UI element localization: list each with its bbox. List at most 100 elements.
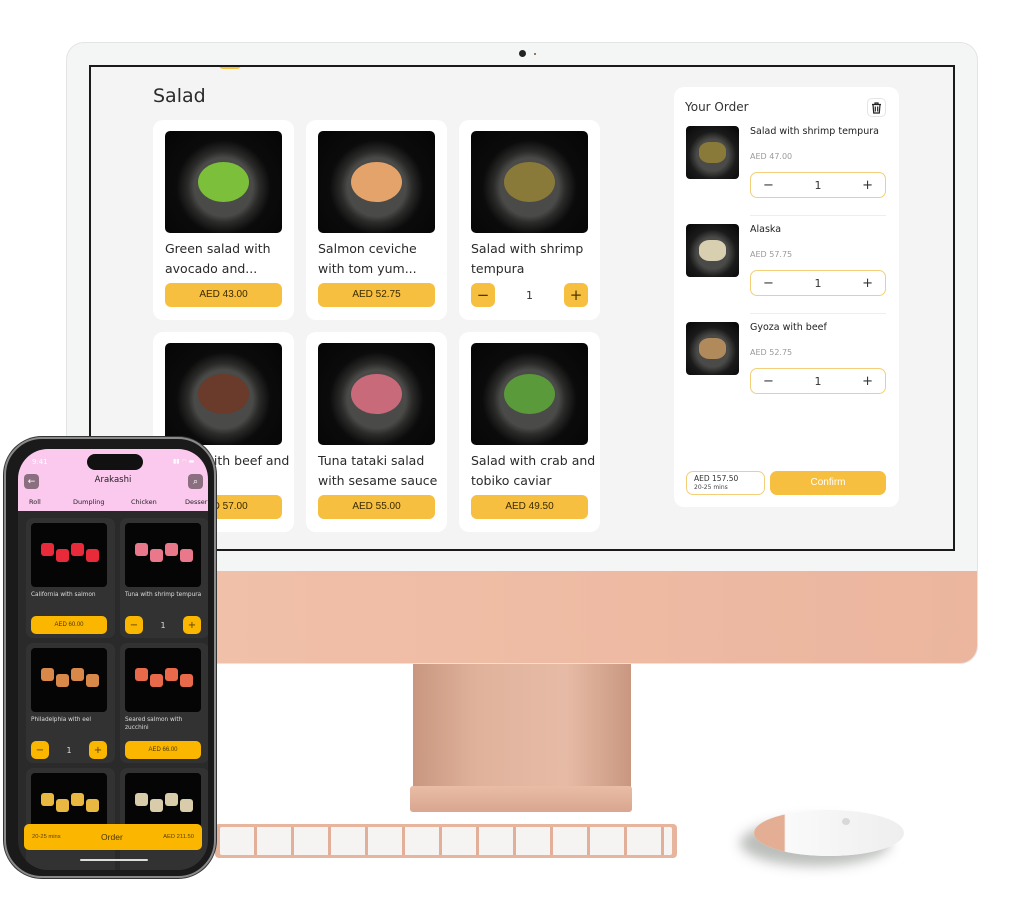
tab-roll[interactable]: Roll: [29, 498, 41, 506]
decrement-button[interactable]: −: [31, 741, 49, 759]
search-icon: ⌕: [192, 476, 199, 487]
phone-header: 9:41 ▮▮ ◠ ▬ ← Arakashi ⌕ Roll Dumpling C…: [18, 449, 208, 511]
product-name: Green salad with avocado and...: [165, 241, 271, 276]
product-name: Salmon ceviche with tom yum...: [318, 241, 417, 276]
phone-product-image: [125, 523, 201, 587]
increment-button[interactable]: +: [183, 616, 201, 634]
minus-icon: −: [129, 619, 139, 631]
roll-graphic: [165, 668, 178, 681]
order-item-image: [686, 126, 739, 179]
phone-product-card[interactable]: Philadelphia with eel − 1 +: [26, 643, 115, 763]
plus-icon: +: [569, 286, 583, 304]
order-item-image: [686, 224, 739, 277]
product-name: Salad with shrimp tempura: [471, 241, 584, 276]
order-total-box: AED 157.50 20-25 mins: [686, 471, 765, 495]
product-image: [318, 131, 435, 233]
roll-graphic: [71, 543, 84, 556]
search-button[interactable]: ⌕: [188, 474, 203, 489]
webcam: [519, 50, 526, 57]
roll-graphic: [71, 793, 84, 806]
increment-button[interactable]: +: [862, 178, 873, 193]
product-card[interactable]: Salmon ceviche with tom yum... AED 52.75: [306, 120, 447, 320]
product-card[interactable]: Tuna tataki salad with sesame sauce AED 5…: [306, 332, 447, 532]
product-image: [471, 131, 588, 233]
confirm-button[interactable]: Confirm: [770, 471, 886, 495]
tab-dessert[interactable]: Desser: [185, 498, 207, 506]
order-eta: 20-25 mins: [694, 484, 728, 491]
order-item: Gyoza with beef AED 52.75 − 1 +: [674, 322, 899, 420]
add-to-order-button[interactable]: AED 66.00: [125, 741, 201, 759]
order-item-stepper: − 1 +: [750, 172, 886, 198]
order-item-price: AED 47.00: [750, 152, 793, 161]
mouse: [754, 810, 904, 856]
order-item-name: Alaska: [750, 224, 782, 235]
roll-graphic: [41, 668, 54, 681]
decrement-button[interactable]: −: [763, 374, 774, 389]
decrement-button[interactable]: −: [763, 178, 774, 193]
order-bar-total: AED 211.50: [163, 834, 194, 840]
stand-foot: [410, 786, 632, 812]
phone-product-card[interactable]: [26, 768, 115, 870]
tab-dumpling[interactable]: Dumpling: [73, 498, 104, 506]
increment-button[interactable]: +: [564, 283, 588, 307]
order-item-price: AED 52.75: [750, 348, 793, 357]
tab-chicken[interactable]: Chicken: [131, 498, 157, 506]
roll-graphic: [56, 549, 69, 562]
phone-product-card[interactable]: [120, 768, 208, 870]
phone-screen: 9:41 ▮▮ ◠ ▬ ← Arakashi ⌕ Roll Dumpling C…: [18, 449, 208, 870]
increment-button[interactable]: +: [862, 276, 873, 291]
phone: 9:41 ▮▮ ◠ ▬ ← Arakashi ⌕ Roll Dumpling C…: [4, 437, 216, 878]
food-graphic: [197, 161, 250, 203]
decrement-button[interactable]: −: [125, 616, 143, 634]
product-card[interactable]: Salad with crab and tobiko caviar AED 49.…: [459, 332, 600, 532]
increment-button[interactable]: +: [862, 374, 873, 389]
order-bar-eta: 20-25 mins: [32, 834, 61, 840]
roll-graphic: [86, 674, 99, 687]
home-indicator: [80, 859, 148, 861]
quantity-stepper: − 1 +: [125, 616, 201, 634]
plus-icon: +: [93, 744, 103, 756]
quantity-value: 1: [160, 620, 166, 630]
trash-icon: [872, 101, 881, 114]
order-bar-button[interactable]: 20-25 mins Order AED 211.50: [24, 824, 202, 850]
add-to-order-button[interactable]: AED 60.00: [31, 616, 107, 634]
add-to-order-button[interactable]: AED 55.00: [318, 495, 435, 519]
roll-graphic: [86, 549, 99, 562]
order-title: Your Order: [685, 100, 749, 114]
food-graphic: [350, 373, 403, 415]
roll-graphic: [135, 668, 148, 681]
phone-product-image: [125, 648, 201, 712]
roll-graphic: [150, 549, 163, 562]
increment-button[interactable]: +: [89, 741, 107, 759]
product-name: Salad with crab and tobiko caviar: [471, 453, 596, 488]
product-card[interactable]: Salad with shrimp tempura − 1 +: [459, 120, 600, 320]
scroll-indicator: [219, 67, 241, 69]
order-item-image: [686, 322, 739, 375]
roll-graphic: [71, 668, 84, 681]
add-to-order-button[interactable]: AED 43.00: [165, 283, 282, 307]
roll-graphic: [180, 674, 193, 687]
order-item-stepper: − 1 +: [750, 368, 886, 394]
quantity-value: 1: [814, 374, 822, 388]
order-item-price: AED 57.75: [750, 250, 793, 259]
product-card[interactable]: Green salad with avocado and... AED 43.00: [153, 120, 294, 320]
roll-graphic: [135, 793, 148, 806]
minus-icon: −: [35, 744, 45, 756]
phone-product-card[interactable]: Seared salmon with zucchini AED 66.00: [120, 643, 208, 763]
roll-graphic: [150, 674, 163, 687]
phone-product-card[interactable]: California with salmon AED 60.00: [26, 518, 115, 638]
order-item-stepper: − 1 +: [750, 270, 886, 296]
add-to-order-button[interactable]: AED 49.50: [471, 495, 588, 519]
phone-product-name: California with salmon: [31, 592, 96, 598]
decrement-button[interactable]: −: [471, 283, 495, 307]
roll-graphic: [56, 799, 69, 812]
food-graphic: [699, 239, 726, 262]
add-to-order-button[interactable]: AED 52.75: [318, 283, 435, 307]
phone-product-card[interactable]: Tuna with shrimp tempura − 1 +: [120, 518, 208, 638]
clear-order-button[interactable]: [867, 98, 886, 117]
product-image: [165, 343, 282, 445]
phone-product-name: Philadelphia with eel: [31, 717, 92, 723]
decrement-button[interactable]: −: [763, 276, 774, 291]
quantity-value: 1: [814, 178, 822, 192]
divider: [750, 313, 886, 314]
